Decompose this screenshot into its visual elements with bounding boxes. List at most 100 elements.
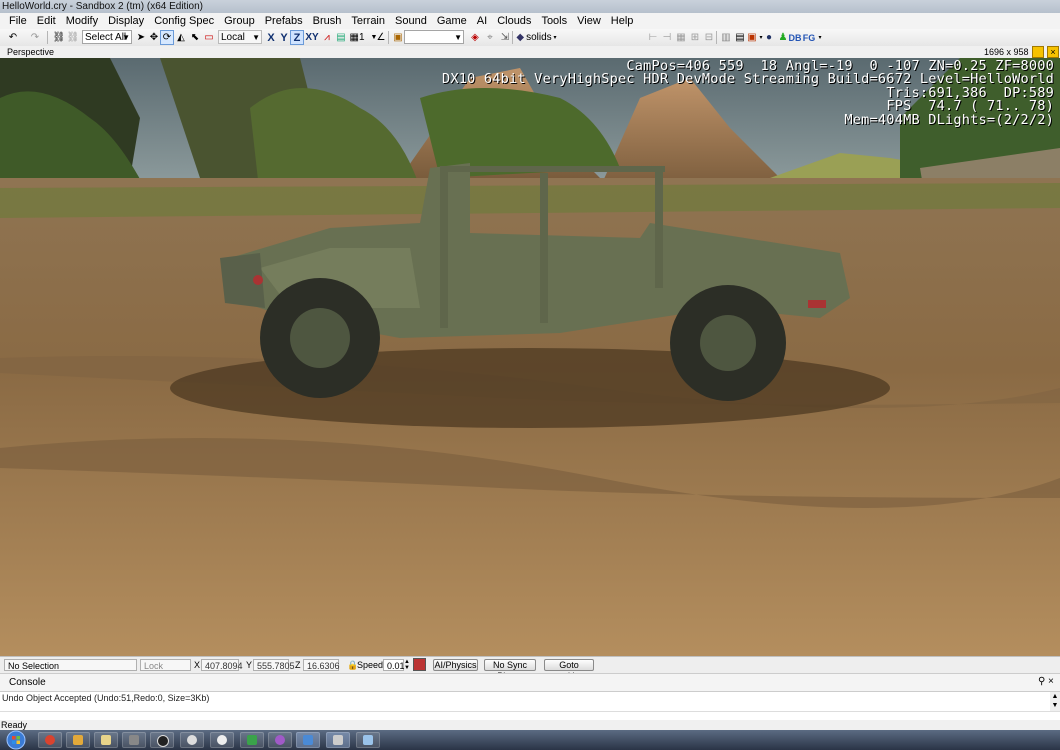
menu-group[interactable]: Group xyxy=(219,13,260,29)
lock-selection-button[interactable]: Lock Selection xyxy=(140,659,191,683)
main-toolbar: ↶ ↷ ⛓ ⛓ Select All ▼ ➤ ✥ ⟳ ◭ ⬉ ▭ Local ▼… xyxy=(0,29,1060,47)
menu-game[interactable]: Game xyxy=(432,13,472,29)
globe-icon[interactable]: ● xyxy=(762,30,776,45)
toolbar-overflow-icon[interactable]: ▾ xyxy=(816,30,824,45)
pin-icon[interactable]: ⚲ xyxy=(1038,676,1045,687)
viewport-3d[interactable]: CamPos=406 559 18 Angl=-19 0 -107 ZN=0.2… xyxy=(0,58,1060,656)
console-log[interactable]: Undo Object Accepted (Undo:51,Redo:0, Si… xyxy=(0,691,1060,712)
taskbar-chrome-icon[interactable] xyxy=(38,732,62,748)
menu-terrain[interactable]: Terrain xyxy=(346,13,390,29)
goto-position-button[interactable]: Goto position xyxy=(544,659,594,681)
window-title-bar[interactable]: HelloWorld.cry - Sandbox 2 (tm) (x64 Edi… xyxy=(0,0,1060,13)
app-status-text: Ready xyxy=(1,720,28,730)
layer-dropdown[interactable]: ▼ xyxy=(404,30,464,44)
chevron-down-icon: ▼ xyxy=(454,33,462,42)
select-all-dropdown[interactable]: Select All ▼ xyxy=(82,30,132,44)
toolbar-overflow-icon[interactable]: ▾ xyxy=(551,30,559,45)
flowgraph-button[interactable]: FG xyxy=(803,30,816,45)
redo-icon[interactable]: ↷ xyxy=(28,30,42,45)
taskbar-publisher-icon[interactable] xyxy=(240,732,264,748)
database-button[interactable]: DB xyxy=(789,30,802,45)
material-icon[interactable]: ◈ xyxy=(468,30,482,45)
menu-view[interactable]: View xyxy=(572,13,606,29)
snap-grid-icon[interactable]: ⊟ xyxy=(702,30,716,45)
menu-file[interactable]: File xyxy=(4,13,32,29)
pick-icon[interactable]: ⌖ xyxy=(483,30,497,45)
menu-display[interactable]: Display xyxy=(103,13,149,29)
menu-modify[interactable]: Modify xyxy=(61,13,103,29)
menu-tools[interactable]: Tools xyxy=(536,13,572,29)
viewport-mode-label[interactable]: Perspective xyxy=(7,46,54,58)
select-arrow-icon[interactable]: ➤ xyxy=(134,30,148,45)
menu-sound[interactable]: Sound xyxy=(390,13,432,29)
taskbar-steam-icon[interactable] xyxy=(180,732,204,748)
console-header: Console ⚲ × xyxy=(0,673,1060,692)
axis-xy-button[interactable]: XY xyxy=(305,30,319,45)
menu-clouds[interactable]: Clouds xyxy=(492,13,536,29)
axis-x-button[interactable]: X xyxy=(264,30,278,45)
grid-icon: ▦ xyxy=(349,32,359,43)
toolbar-divider xyxy=(716,31,717,44)
rotate-icon[interactable]: ⟳ xyxy=(160,30,174,45)
select-rect-icon[interactable]: ▭ xyxy=(202,30,216,45)
coordinate-system-label: Local xyxy=(221,32,245,43)
maximize-viewport-icon[interactable] xyxy=(1032,46,1044,58)
taskbar-explorer-icon[interactable] xyxy=(94,732,118,748)
speed-stepper-icon[interactable]: ▲ ▼ xyxy=(404,659,410,671)
menu-help[interactable]: Help xyxy=(606,13,639,29)
taskbar-radiation-icon[interactable] xyxy=(210,732,234,748)
taskbar-sandbox-icon[interactable] xyxy=(66,732,90,748)
link-icon[interactable]: ⛓ xyxy=(52,30,66,45)
align-center-icon[interactable]: ⊣ xyxy=(660,30,674,45)
taskbar-folder-icon[interactable] xyxy=(356,732,380,748)
speed-input[interactable]: 0.01 xyxy=(383,659,405,671)
x-coordinate-input[interactable]: 407.8094 xyxy=(201,659,243,671)
panel-icon[interactable]: ▥ xyxy=(719,30,733,45)
taskbar-opera-icon[interactable] xyxy=(150,732,174,748)
menu-brush[interactable]: Brush xyxy=(308,13,347,29)
vehicle-tail-light xyxy=(808,300,826,308)
vehicle-light xyxy=(253,275,263,285)
axis-z-button[interactable]: Z xyxy=(290,30,304,45)
render-mode-button[interactable]: ◆ solids xyxy=(515,30,553,45)
close-icon[interactable]: × xyxy=(1048,676,1054,687)
export-icon[interactable]: ⇲ xyxy=(498,30,512,45)
toolbar-divider xyxy=(512,31,513,44)
record-icon[interactable] xyxy=(413,658,426,671)
menu-edit[interactable]: Edit xyxy=(32,13,61,29)
rear-wheel-hub xyxy=(700,315,756,371)
align-icon[interactable]: ▤ xyxy=(334,30,348,45)
array-icon[interactable]: ▦ xyxy=(674,30,688,45)
terrain-snap-icon[interactable]: ⩘ xyxy=(320,30,334,45)
axis-y-button[interactable]: Y xyxy=(277,30,291,45)
y-coordinate-input[interactable]: 555.7805 xyxy=(253,659,295,671)
taskbar-editor-icon[interactable] xyxy=(326,732,350,748)
window-title: HelloWorld.cry - Sandbox 2 (tm) (x64 Edi… xyxy=(2,1,203,12)
no-sync-player-button[interactable]: No Sync Player xyxy=(484,659,536,681)
y-label: Y xyxy=(246,660,253,670)
close-viewport-icon[interactable]: × xyxy=(1047,46,1059,58)
z-coordinate-input[interactable]: 16.6306 xyxy=(303,659,340,671)
menu-ai[interactable]: AI xyxy=(472,13,492,29)
menu-prefabs[interactable]: Prefabs xyxy=(260,13,308,29)
select-object-icon[interactable]: ⬉ xyxy=(188,30,202,45)
menu-config-spec[interactable]: Config Spec xyxy=(149,13,219,29)
move-icon[interactable]: ✥ xyxy=(147,30,161,45)
angle-snap-icon[interactable]: ∠ xyxy=(374,30,388,45)
align-left-icon[interactable]: ⊢ xyxy=(646,30,660,45)
coordinate-system-dropdown[interactable]: Local ▼ xyxy=(218,30,262,44)
distribute-icon[interactable]: ⊞ xyxy=(688,30,702,45)
start-button[interactable] xyxy=(2,730,30,750)
taskbar-app-icon[interactable] xyxy=(122,732,146,748)
layer-icon[interactable]: ▣ xyxy=(391,30,405,45)
menu-bar: File Edit Modify Display Config Spec Gro… xyxy=(0,13,1060,29)
undo-icon[interactable]: ↶ xyxy=(6,30,20,45)
taskbar-window-icon[interactable] xyxy=(296,732,320,748)
grid-snap-button[interactable]: ▦ 1 xyxy=(347,30,367,45)
ai-physics-button[interactable]: AI/Physics xyxy=(433,659,478,671)
taskbar-media-icon[interactable] xyxy=(268,732,292,748)
console-scrollbar[interactable]: ▲ ▼ xyxy=(1050,692,1060,712)
scale-icon[interactable]: ◭ xyxy=(174,30,188,45)
scene-render[interactable] xyxy=(0,58,1060,656)
unlink-icon[interactable]: ⛓ xyxy=(66,30,80,45)
